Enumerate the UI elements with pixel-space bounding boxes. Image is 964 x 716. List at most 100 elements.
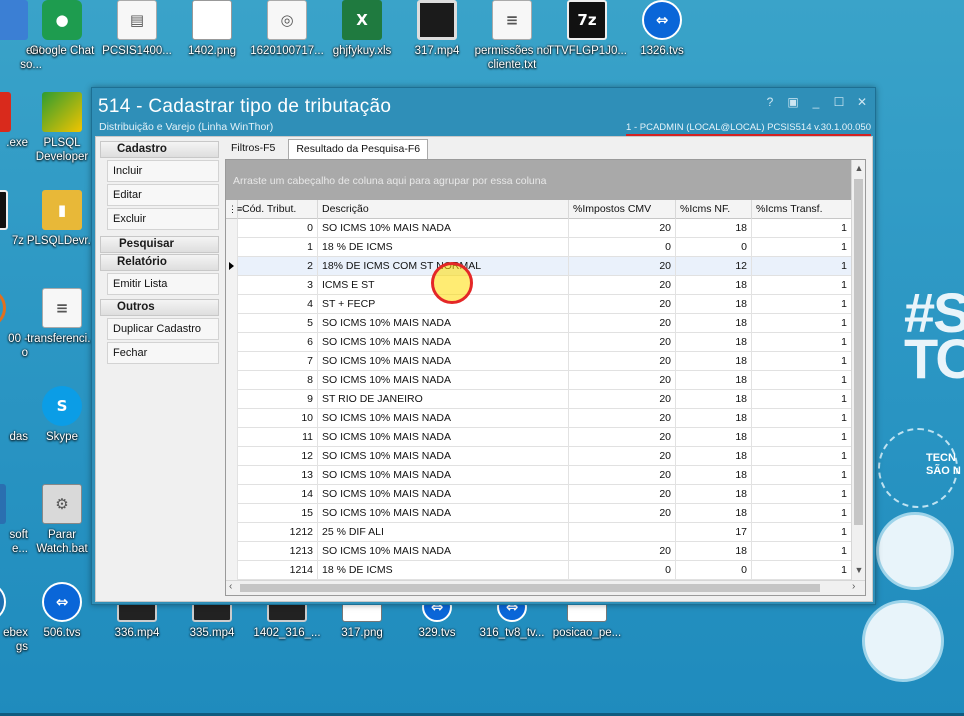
- sidebar-item-incluir[interactable]: Incluir: [107, 160, 219, 182]
- cell-cod-tribut[interactable]: 9: [238, 390, 318, 409]
- cell-icms-nf[interactable]: 18: [676, 390, 752, 409]
- scroll-right-icon[interactable]: ›: [852, 581, 855, 592]
- desktop-icon-335mp4[interactable]: 335.mp4: [174, 602, 250, 682]
- cell-cod-tribut[interactable]: 1212: [238, 523, 318, 542]
- desktop-icon-google-chat[interactable]: ● Google Chat: [24, 0, 100, 80]
- table-row[interactable]: 2 18% DE ICMS COM ST NORMAL 20 12 1: [226, 257, 852, 276]
- cell-impostos-cmv[interactable]: 20: [569, 485, 676, 504]
- cell-icms-nf[interactable]: 18: [676, 409, 752, 428]
- sidebar-header-pesquisar[interactable]: Pesquisar: [100, 236, 219, 253]
- row-indicator[interactable]: [226, 371, 238, 390]
- cell-descricao[interactable]: SO ICMS 10% MAIS NADA: [318, 485, 569, 504]
- cell-icms-transf[interactable]: 1: [752, 276, 852, 295]
- desktop-icon-506tvs[interactable]: ⇔ 506.tvs: [24, 582, 100, 662]
- minimize-icon[interactable]: _: [809, 95, 823, 109]
- desktop-icon-parar-watch[interactable]: ⚙ Parar Watch.bat: [24, 484, 100, 564]
- cell-impostos-cmv[interactable]: 0: [569, 238, 676, 257]
- cell-cod-tribut[interactable]: 1214: [238, 561, 318, 580]
- cell-cod-tribut[interactable]: 2: [238, 257, 318, 276]
- cell-icms-transf[interactable]: 1: [752, 504, 852, 523]
- cell-descricao[interactable]: 18 % DE ICMS: [318, 561, 569, 580]
- cell-cod-tribut[interactable]: 15: [238, 504, 318, 523]
- scroll-left-icon[interactable]: ‹: [229, 581, 232, 592]
- table-row[interactable]: 15 SO ICMS 10% MAIS NADA 20 18 1: [226, 504, 852, 523]
- vertical-scroll-thumb[interactable]: [854, 179, 863, 525]
- desktop-icon-1402png[interactable]: 1402.png: [174, 0, 250, 80]
- cell-icms-transf[interactable]: 1: [752, 257, 852, 276]
- row-indicator[interactable]: [226, 352, 238, 371]
- cell-icms-nf[interactable]: 18: [676, 428, 752, 447]
- cell-icms-transf[interactable]: 1: [752, 390, 852, 409]
- row-indicator[interactable]: [226, 504, 238, 523]
- table-row[interactable]: 1213 SO ICMS 10% MAIS NADA 20 18 1: [226, 542, 852, 561]
- cell-impostos-cmv[interactable]: 20: [569, 542, 676, 561]
- cell-cod-tribut[interactable]: 7: [238, 352, 318, 371]
- table-row[interactable]: 3 ICMS E ST 20 18 1: [226, 276, 852, 295]
- cell-descricao[interactable]: SO ICMS 10% MAIS NADA: [318, 542, 569, 561]
- cell-icms-nf[interactable]: 12: [676, 257, 752, 276]
- cell-icms-nf[interactable]: 18: [676, 542, 752, 561]
- cell-impostos-cmv[interactable]: 20: [569, 276, 676, 295]
- cell-impostos-cmv[interactable]: 20: [569, 504, 676, 523]
- table-row[interactable]: 8 SO ICMS 10% MAIS NADA 20 18 1: [226, 371, 852, 390]
- desktop-icon-plsql[interactable]: PLSQL Developer: [24, 92, 100, 172]
- row-indicator[interactable]: [226, 257, 238, 276]
- cell-icms-nf[interactable]: 0: [676, 238, 752, 257]
- sidebar-item-editar[interactable]: Editar: [107, 184, 219, 206]
- cell-cod-tribut[interactable]: 14: [238, 485, 318, 504]
- cell-icms-transf[interactable]: 1: [752, 219, 852, 238]
- cell-icms-nf[interactable]: 18: [676, 314, 752, 333]
- desktop-icon-permissoes[interactable]: ≡ permissões no cliente.txt: [474, 0, 550, 80]
- table-row[interactable]: 14 SO ICMS 10% MAIS NADA 20 18 1: [226, 485, 852, 504]
- cell-icms-nf[interactable]: 18: [676, 504, 752, 523]
- table-row[interactable]: 9 ST RIO DE JANEIRO 20 18 1: [226, 390, 852, 409]
- row-indicator[interactable]: [226, 523, 238, 542]
- row-indicator[interactable]: [226, 295, 238, 314]
- row-indicator[interactable]: [226, 542, 238, 561]
- cell-icms-nf[interactable]: 18: [676, 219, 752, 238]
- table-row[interactable]: 6 SO ICMS 10% MAIS NADA 20 18 1: [226, 333, 852, 352]
- cell-icms-transf[interactable]: 1: [752, 295, 852, 314]
- cell-icms-transf[interactable]: 1: [752, 314, 852, 333]
- help-icon[interactable]: ?: [763, 95, 777, 109]
- horizontal-scroll-thumb[interactable]: [240, 584, 820, 592]
- row-indicator[interactable]: [226, 409, 238, 428]
- row-indicator[interactable]: [226, 314, 238, 333]
- cell-icms-transf[interactable]: 1: [752, 485, 852, 504]
- row-indicator[interactable]: [226, 447, 238, 466]
- cell-descricao[interactable]: SO ICMS 10% MAIS NADA: [318, 447, 569, 466]
- cell-icms-transf[interactable]: 1: [752, 352, 852, 371]
- cell-icms-nf[interactable]: 18: [676, 371, 752, 390]
- tab-filtros[interactable]: Filtros-F5: [224, 139, 282, 159]
- cell-descricao[interactable]: SO ICMS 10% MAIS NADA: [318, 504, 569, 523]
- desktop-icon-skype[interactable]: S Skype: [24, 386, 100, 466]
- cell-icms-nf[interactable]: 17: [676, 523, 752, 542]
- cell-icms-transf[interactable]: 1: [752, 409, 852, 428]
- cell-icms-nf[interactable]: 0: [676, 561, 752, 580]
- scroll-up-icon[interactable]: ▲: [853, 163, 865, 173]
- desktop-icon-web[interactable]: ◎ 1620100717...: [249, 0, 325, 80]
- table-row[interactable]: 4 ST + FECP 20 18 1: [226, 295, 852, 314]
- cell-impostos-cmv[interactable]: 20: [569, 390, 676, 409]
- desktop-icon-plsqldevr[interactable]: ▮ PLSQLDevr...: [24, 190, 100, 270]
- cell-cod-tribut[interactable]: 5: [238, 314, 318, 333]
- cell-icms-transf[interactable]: 1: [752, 542, 852, 561]
- desktop-icon-xls[interactable]: X ghjfykuy.xls: [324, 0, 400, 80]
- cell-descricao[interactable]: SO ICMS 10% MAIS NADA: [318, 333, 569, 352]
- cell-impostos-cmv[interactable]: 0: [569, 561, 676, 580]
- close-icon[interactable]: ✕: [855, 95, 869, 109]
- desktop-icon-1402-316[interactable]: 1402_316_...: [249, 602, 325, 682]
- cell-descricao[interactable]: 18 % DE ICMS: [318, 238, 569, 257]
- column-header-descricao[interactable]: Descrição: [318, 200, 569, 219]
- table-row[interactable]: 7 SO ICMS 10% MAIS NADA 20 18 1: [226, 352, 852, 371]
- cell-cod-tribut[interactable]: 3: [238, 276, 318, 295]
- cell-impostos-cmv[interactable]: 20: [569, 371, 676, 390]
- cell-icms-transf[interactable]: 1: [752, 428, 852, 447]
- row-indicator[interactable]: [226, 485, 238, 504]
- cell-impostos-cmv[interactable]: 20: [569, 428, 676, 447]
- column-header-impostos-cmv[interactable]: %Impostos CMV: [569, 200, 676, 219]
- table-row[interactable]: 13 SO ICMS 10% MAIS NADA 20 18 1: [226, 466, 852, 485]
- cell-icms-transf[interactable]: 1: [752, 371, 852, 390]
- restore-icon[interactable]: ▣: [786, 95, 800, 109]
- horizontal-scrollbar[interactable]: ‹ ›: [226, 580, 865, 595]
